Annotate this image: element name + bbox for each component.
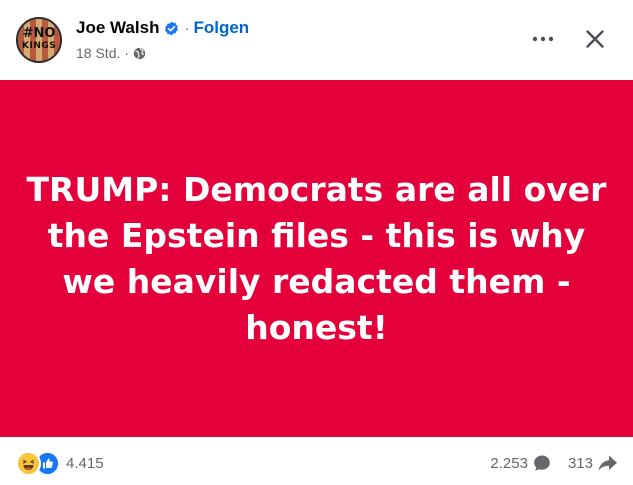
- comment-count: 2.253: [490, 454, 528, 472]
- more-options-button[interactable]: [526, 24, 560, 54]
- post-text-banner[interactable]: TRUMP: Democrats are all over the Epstei…: [0, 80, 633, 437]
- avatar[interactable]: #NO KINGS: [16, 17, 62, 63]
- separator-dot: ·: [184, 19, 190, 37]
- avatar-logo-line1: #NO: [22, 26, 56, 41]
- facebook-post: #NO KINGS Joe Walsh · Folgen 18 Std. · T…: [0, 0, 633, 485]
- post-footer: 4.415 2.253 313: [0, 437, 633, 485]
- engagement-stats: 2.253 313: [490, 453, 619, 473]
- avatar-logo: #NO KINGS: [22, 27, 56, 53]
- banner-text: TRUMP: Democrats are all over the Epstei…: [26, 169, 607, 347]
- reaction-count: 4.415: [66, 455, 104, 472]
- post-timestamp[interactable]: 18 Std.: [76, 45, 120, 61]
- close-button[interactable]: [578, 22, 612, 56]
- share-icon: [598, 455, 617, 471]
- haha-reaction-icon: [16, 451, 41, 476]
- globe-icon: [133, 47, 146, 60]
- author-name[interactable]: Joe Walsh: [76, 18, 159, 38]
- verified-badge-icon: [164, 21, 179, 36]
- post-meta: 18 Std. ·: [76, 45, 146, 61]
- reactions-summary[interactable]: 4.415: [16, 451, 104, 476]
- comments-count-button[interactable]: 2.253: [490, 453, 552, 473]
- more-options-icon: [532, 36, 554, 42]
- avatar-logo-line2: KINGS: [22, 41, 57, 51]
- meta-separator: ·: [124, 45, 130, 61]
- post-header: #NO KINGS Joe Walsh · Folgen 18 Std. ·: [0, 0, 633, 80]
- shares-count-button[interactable]: 313: [568, 453, 619, 473]
- comment-icon: [534, 455, 550, 471]
- share-count: 313: [567, 454, 593, 472]
- author-row: Joe Walsh · Folgen: [76, 18, 249, 38]
- follow-button[interactable]: Folgen: [193, 18, 249, 38]
- close-icon: [586, 30, 604, 48]
